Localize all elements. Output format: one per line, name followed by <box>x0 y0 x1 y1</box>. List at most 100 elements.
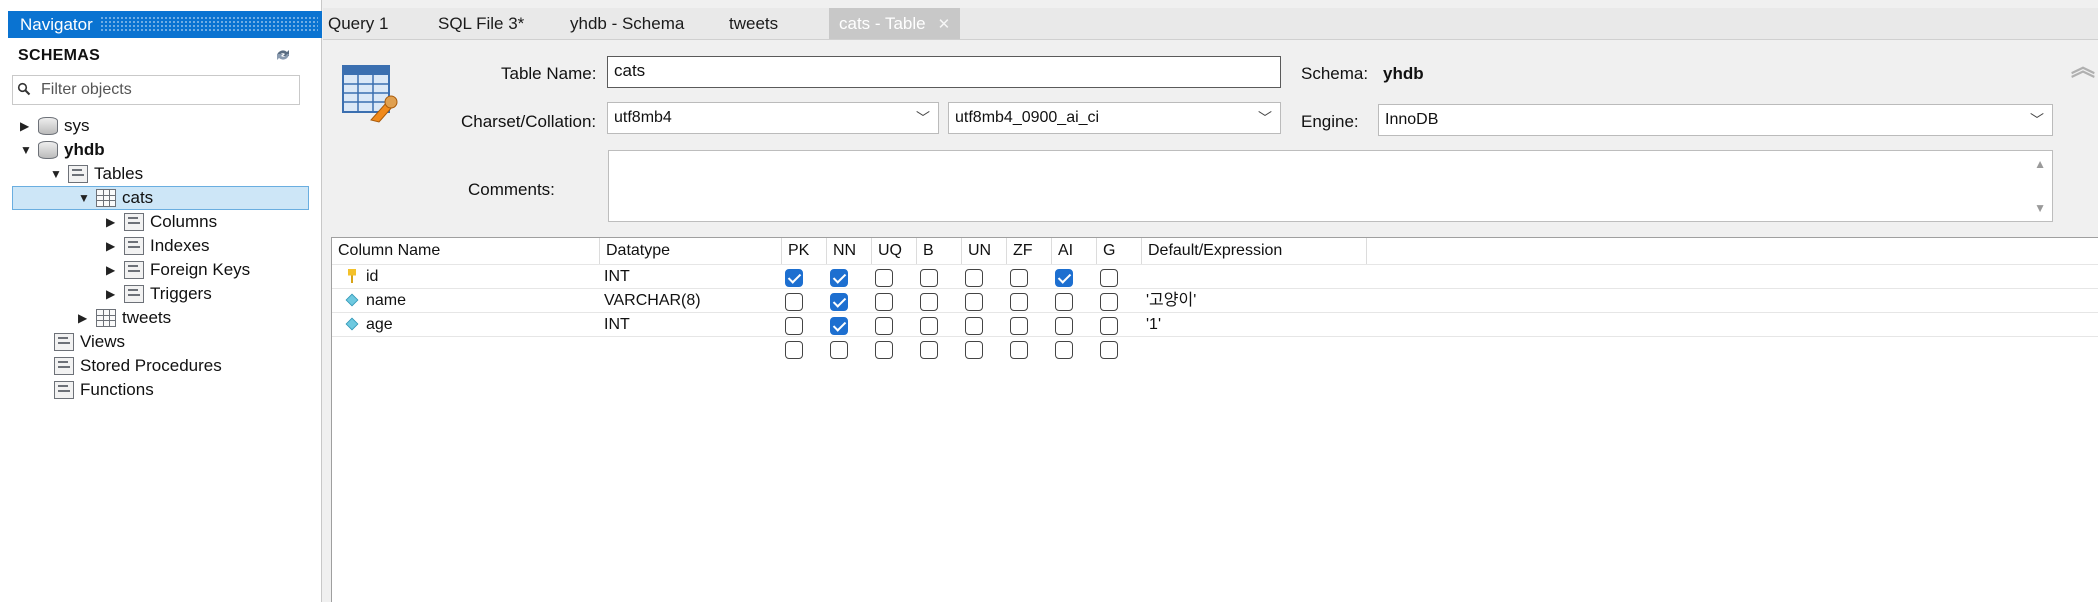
cell-column-name[interactable]: age <box>345 313 393 337</box>
checkbox-nn[interactable] <box>830 317 848 335</box>
cell-default-expression[interactable]: '고양이' <box>1146 289 1196 313</box>
table-icon <box>96 308 116 327</box>
checkbox-uq[interactable] <box>875 317 893 335</box>
checkbox-b[interactable] <box>920 341 938 359</box>
tree-item-yhdb[interactable]: ▼ yhdb <box>20 139 105 161</box>
header-pk[interactable]: PK <box>782 238 827 264</box>
charset-select[interactable]: utf8mb4 ﹀ <box>607 102 939 134</box>
checkbox-ai[interactable] <box>1055 269 1073 287</box>
collapse-arrow-icon[interactable]: ▼ <box>20 139 34 161</box>
header-g[interactable]: G <box>1097 238 1142 264</box>
database-icon <box>38 140 58 159</box>
tab-sql-file-3[interactable]: SQL File 3* <box>438 8 524 39</box>
header-ai[interactable]: AI <box>1052 238 1097 264</box>
header-un[interactable]: UN <box>962 238 1007 264</box>
checkbox-zf[interactable] <box>1010 269 1028 287</box>
cell-datatype[interactable]: INT <box>604 265 630 289</box>
header-datatype[interactable]: Datatype <box>600 238 782 264</box>
checkbox-b[interactable] <box>920 293 938 311</box>
checkbox-g[interactable] <box>1100 269 1118 287</box>
checkbox-ai[interactable] <box>1055 293 1073 311</box>
collapse-arrow-icon[interactable]: ▼ <box>50 163 64 185</box>
tree-item-foreign-keys[interactable]: ▶ Foreign Keys <box>106 259 250 281</box>
collapse-arrow-icon[interactable]: ▼ <box>78 187 92 209</box>
header-column-name[interactable]: Column Name <box>332 238 600 264</box>
checkbox-g[interactable] <box>1100 293 1118 311</box>
collation-select[interactable]: utf8mb4_0900_ai_ci ﹀ <box>948 102 1281 134</box>
tree-item-label: Indexes <box>150 236 210 255</box>
tab-tweets[interactable]: tweets <box>729 8 778 39</box>
tab-yhdb-schema[interactable]: yhdb - Schema <box>570 8 684 39</box>
checkbox-un[interactable] <box>965 293 983 311</box>
checkbox-zf[interactable] <box>1010 293 1028 311</box>
table-row[interactable]: name VARCHAR(8) '고양이' <box>332 288 2098 312</box>
tree-item-stored-procedures[interactable]: Stored Procedures <box>50 355 222 377</box>
scroll-down-icon[interactable]: ▼ <box>2034 201 2046 215</box>
tree-item-tables[interactable]: ▼ Tables <box>50 163 143 185</box>
collapse-header-icon[interactable]: ︽ <box>2071 56 2095 80</box>
expand-arrow-icon[interactable]: ▶ <box>106 283 120 305</box>
checkbox-g[interactable] <box>1100 317 1118 335</box>
cell-column-name[interactable]: name <box>345 289 406 313</box>
table-row[interactable]: age INT '1' <box>332 312 2098 336</box>
header-zf[interactable]: ZF <box>1007 238 1052 264</box>
tree-item-label: Triggers <box>150 284 212 303</box>
checkbox-uq[interactable] <box>875 341 893 359</box>
engine-select[interactable]: InnoDB ﹀ <box>1378 104 2053 136</box>
checkbox-zf[interactable] <box>1010 341 1028 359</box>
checkbox-b[interactable] <box>920 317 938 335</box>
cell-datatype[interactable]: INT <box>604 313 630 337</box>
checkbox-un[interactable] <box>965 317 983 335</box>
cell-datatype[interactable]: VARCHAR(8) <box>604 289 701 313</box>
tab-label: cats - Table <box>839 14 926 33</box>
checkbox-un[interactable] <box>965 341 983 359</box>
tab-cats-table[interactable]: cats - Table ✕ <box>829 8 961 39</box>
checkbox-ai[interactable] <box>1055 341 1073 359</box>
checkbox-pk[interactable] <box>785 293 803 311</box>
columns-folder-icon <box>124 212 144 231</box>
filter-objects-input[interactable] <box>41 78 296 102</box>
checkbox-nn[interactable] <box>830 293 848 311</box>
header-b[interactable]: B <box>917 238 962 264</box>
tree-item-indexes[interactable]: ▶ Indexes <box>106 235 210 257</box>
table-row[interactable]: id INT <box>332 264 2098 288</box>
tree-item-views[interactable]: Views <box>50 331 125 353</box>
close-tab-icon[interactable]: ✕ <box>938 16 951 33</box>
tree-item-cats[interactable]: ▼ cats <box>78 187 153 209</box>
checkbox-nn[interactable] <box>830 269 848 287</box>
checkbox-pk[interactable] <box>785 269 803 287</box>
expand-arrow-icon[interactable]: ▶ <box>78 307 92 329</box>
checkbox-uq[interactable] <box>875 269 893 287</box>
columns-grid: Column Name Datatype PK NN UQ B UN ZF AI… <box>331 237 2098 602</box>
expand-arrow-icon[interactable]: ▶ <box>106 211 120 233</box>
tree-item-label: yhdb <box>64 140 105 159</box>
tab-query-1[interactable]: Query 1 <box>328 8 388 39</box>
expand-arrow-icon[interactable]: ▶ <box>20 115 34 137</box>
cell-column-name[interactable]: id <box>346 265 378 289</box>
checkbox-nn[interactable] <box>830 341 848 359</box>
checkbox-b[interactable] <box>920 269 938 287</box>
refresh-icon[interactable] <box>274 47 292 63</box>
header-default-expression[interactable]: Default/Expression <box>1142 238 1367 264</box>
checkbox-g[interactable] <box>1100 341 1118 359</box>
expand-arrow-icon[interactable]: ▶ <box>106 259 120 281</box>
table-name-input[interactable]: cats <box>607 56 1281 88</box>
checkbox-pk[interactable] <box>785 341 803 359</box>
comments-textarea[interactable]: ▲ ▼ <box>608 150 2053 222</box>
expand-arrow-icon[interactable]: ▶ <box>106 235 120 257</box>
scroll-up-icon[interactable]: ▲ <box>2034 157 2046 171</box>
checkbox-pk[interactable] <box>785 317 803 335</box>
cell-default-expression[interactable]: '1' <box>1146 313 1161 337</box>
checkbox-un[interactable] <box>965 269 983 287</box>
header-uq[interactable]: UQ <box>872 238 917 264</box>
checkbox-uq[interactable] <box>875 293 893 311</box>
header-nn[interactable]: NN <box>827 238 872 264</box>
checkbox-zf[interactable] <box>1010 317 1028 335</box>
table-row[interactable] <box>332 336 2098 360</box>
tree-item-tweets[interactable]: ▶ tweets <box>78 307 171 329</box>
tree-item-functions[interactable]: Functions <box>50 379 154 401</box>
tree-item-triggers[interactable]: ▶ Triggers <box>106 283 212 305</box>
checkbox-ai[interactable] <box>1055 317 1073 335</box>
tree-item-columns[interactable]: ▶ Columns <box>106 211 217 233</box>
tree-item-sys[interactable]: ▶ sys <box>20 115 90 137</box>
